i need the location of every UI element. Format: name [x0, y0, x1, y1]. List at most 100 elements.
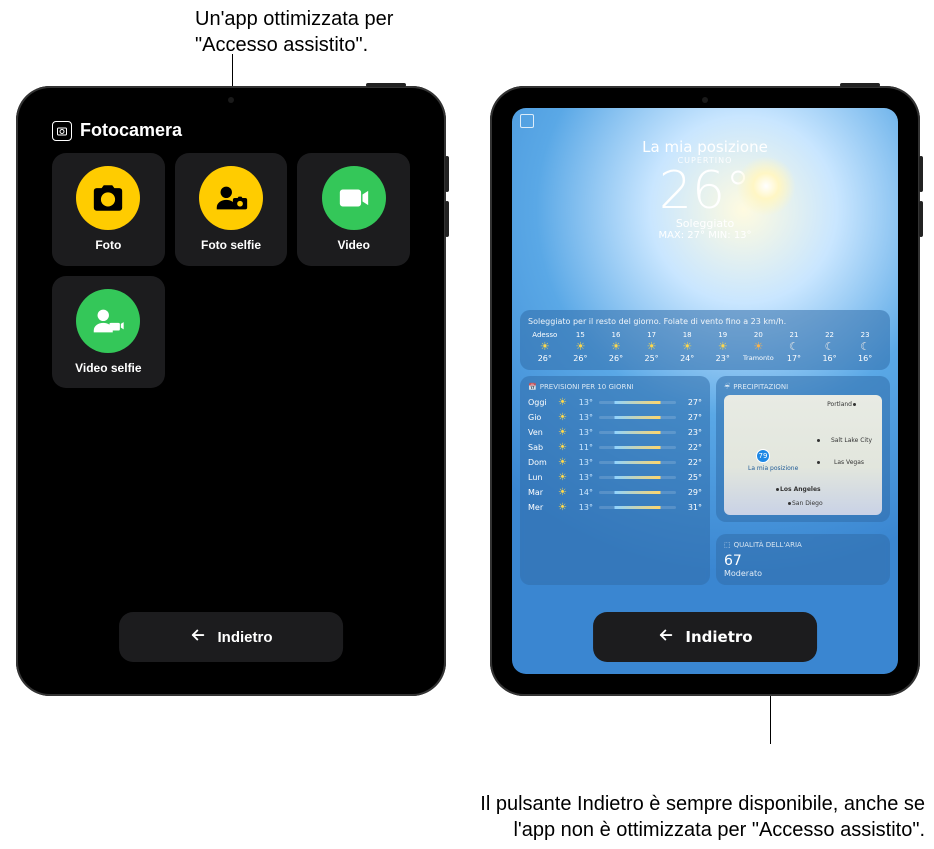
map-my-location: La mia posizione: [748, 465, 798, 472]
precip-title: ☔ PRECIPITAZIONI: [724, 383, 882, 391]
screen-left: Fotocamera Foto Foto selfie: [38, 108, 424, 674]
hour-label: 20: [754, 331, 763, 339]
selfie-video-icon: [76, 289, 140, 353]
tile-video-selfie[interactable]: Video selfie: [52, 276, 165, 389]
hourly-item: Adesso ☀ 26°: [528, 331, 562, 363]
day-label: Oggi: [528, 398, 552, 407]
app-header: Fotocamera: [38, 108, 424, 147]
back-arrow-icon: [190, 626, 208, 648]
hi-temp: 27°: [682, 398, 702, 407]
lo-temp: 14°: [573, 488, 593, 497]
airquality-panel[interactable]: ⬚ QUALITÀ DELL'ARIA 67 Moderato: [716, 534, 890, 585]
lo-temp: 13°: [573, 473, 593, 482]
hi-temp: 29°: [682, 488, 702, 497]
lo-temp: 13°: [573, 413, 593, 422]
umbrella-icon: ☔: [724, 383, 730, 391]
aq-title: ⬚ QUALITÀ DELL'ARIA: [724, 541, 882, 549]
highlow-label: MAX: 27° MIN: 13°: [512, 230, 898, 241]
day-label: Mar: [528, 488, 552, 497]
sun-icon: ☀: [558, 442, 567, 453]
sun-icon: ☀: [647, 341, 657, 352]
hour-temp: 26°: [609, 354, 623, 363]
tile-label: Foto selfie: [201, 238, 261, 252]
hour-temp: 25°: [644, 354, 658, 363]
lo-temp: 13°: [573, 503, 593, 512]
hi-temp: 23°: [682, 428, 702, 437]
hour-label: 16: [612, 331, 621, 339]
condition-label: Soleggiato: [512, 217, 898, 230]
forecast-title-text: PREVISIONI PER 10 GIORNI: [540, 383, 634, 391]
forecast-title: 📅 PREVISIONI PER 10 GIORNI: [528, 383, 702, 391]
aq-value: 67: [724, 553, 882, 569]
forecast-panel[interactable]: 📅 PREVISIONI PER 10 GIORNI Oggi ☀ 13° 27° G…: [520, 376, 710, 585]
sun-icon: ☀: [558, 472, 567, 483]
hourly-row: Adesso ☀ 26° 15 ☀ 26° 16 ☀ 26°: [528, 331, 882, 363]
ipad-left: Fotocamera Foto Foto selfie: [16, 86, 446, 696]
current-temp: 26°: [512, 165, 898, 217]
precip-panel[interactable]: ☔ PRECIPITAZIONI Portland Salt Lake City…: [716, 376, 890, 522]
callout-bottom: Il pulsante Indietro è sempre disponibil…: [465, 791, 925, 843]
sunset-icon: ☀: [753, 341, 763, 352]
back-arrow-icon: [657, 626, 675, 648]
lo-temp: 13°: [573, 428, 593, 437]
tile-label: Video: [337, 238, 369, 252]
calendar-icon: 📅: [528, 383, 537, 391]
hour-temp: 26°: [538, 354, 552, 363]
callout-top: Un'app ottimizzata per "Accesso assistit…: [195, 6, 455, 58]
tile-foto[interactable]: Foto: [52, 153, 165, 266]
precip-map[interactable]: Portland Salt Lake City Las Vegas Los An…: [724, 395, 882, 515]
hourly-item: 17 ☀ 25°: [635, 331, 669, 363]
map-city-portland: Portland: [827, 401, 852, 408]
sun-icon: ☀: [682, 341, 692, 352]
hourly-item: 23 ☾ 16°: [848, 331, 882, 363]
hour-temp: 26°: [573, 354, 587, 363]
hour-label: 21: [789, 331, 798, 339]
hour-label: 15: [576, 331, 585, 339]
hour-temp: 24°: [680, 354, 694, 363]
hour-label: 19: [718, 331, 727, 339]
day-label: Dom: [528, 458, 552, 467]
sun-icon: ☀: [540, 341, 550, 352]
map-city-slc: Salt Lake City: [831, 437, 872, 444]
aq-label: Moderato: [724, 569, 882, 578]
daily-row: Dom☀13°22°: [528, 455, 702, 470]
location-list-icon[interactable]: [520, 114, 534, 128]
screen-right: La mia posizione CUPERTINO 26° Soleggiat…: [512, 108, 898, 674]
hourly-item: 18 ☀ 24°: [670, 331, 704, 363]
hourly-item: 19 ☀ 23°: [706, 331, 740, 363]
back-button[interactable]: Indietro: [593, 612, 817, 662]
day-label: Lun: [528, 473, 552, 482]
moon-icon: ☾: [860, 341, 870, 352]
map-pin-current: 79: [756, 449, 770, 463]
hour-temp: 23°: [716, 354, 730, 363]
hour-temp: 16°: [822, 354, 836, 363]
daily-row: Lun☀13°25°: [528, 470, 702, 485]
daily-row: Gio☀13°27°: [528, 410, 702, 425]
daily-row: Mer☀13°31°: [528, 500, 702, 515]
hour-temp: 17°: [787, 354, 801, 363]
hour-label: 18: [683, 331, 692, 339]
day-label: Ven: [528, 428, 552, 437]
hi-temp: 22°: [682, 443, 702, 452]
tile-label: Video selfie: [75, 361, 141, 375]
daily-row: Mar☀14°29°: [528, 485, 702, 500]
moon-icon: ☾: [825, 341, 835, 352]
hourly-summary: Soleggiato per il resto del giorno. Fola…: [528, 317, 882, 326]
lo-temp: 11°: [573, 443, 593, 452]
hourly-panel[interactable]: Soleggiato per il resto del giorno. Fola…: [520, 310, 890, 370]
sun-icon: ☀: [575, 341, 585, 352]
daily-row: Ven☀13°23°: [528, 425, 702, 440]
tile-foto-selfie[interactable]: Foto selfie: [175, 153, 288, 266]
sun-icon: ☀: [558, 457, 567, 468]
weather-app: La mia posizione CUPERTINO 26° Soleggiat…: [512, 108, 898, 674]
tile-label: Foto: [95, 238, 121, 252]
back-button[interactable]: Indietro: [119, 612, 343, 662]
sun-icon: ☀: [611, 341, 621, 352]
daily-row: Sab☀11°22°: [528, 440, 702, 455]
tile-video[interactable]: Video: [297, 153, 410, 266]
moon-icon: ☾: [789, 341, 799, 352]
hour-temp: 16°: [858, 354, 872, 363]
ipad-right: La mia posizione CUPERTINO 26° Soleggiat…: [490, 86, 920, 696]
sun-icon: ☀: [558, 397, 567, 408]
back-label: Indietro: [218, 629, 273, 646]
